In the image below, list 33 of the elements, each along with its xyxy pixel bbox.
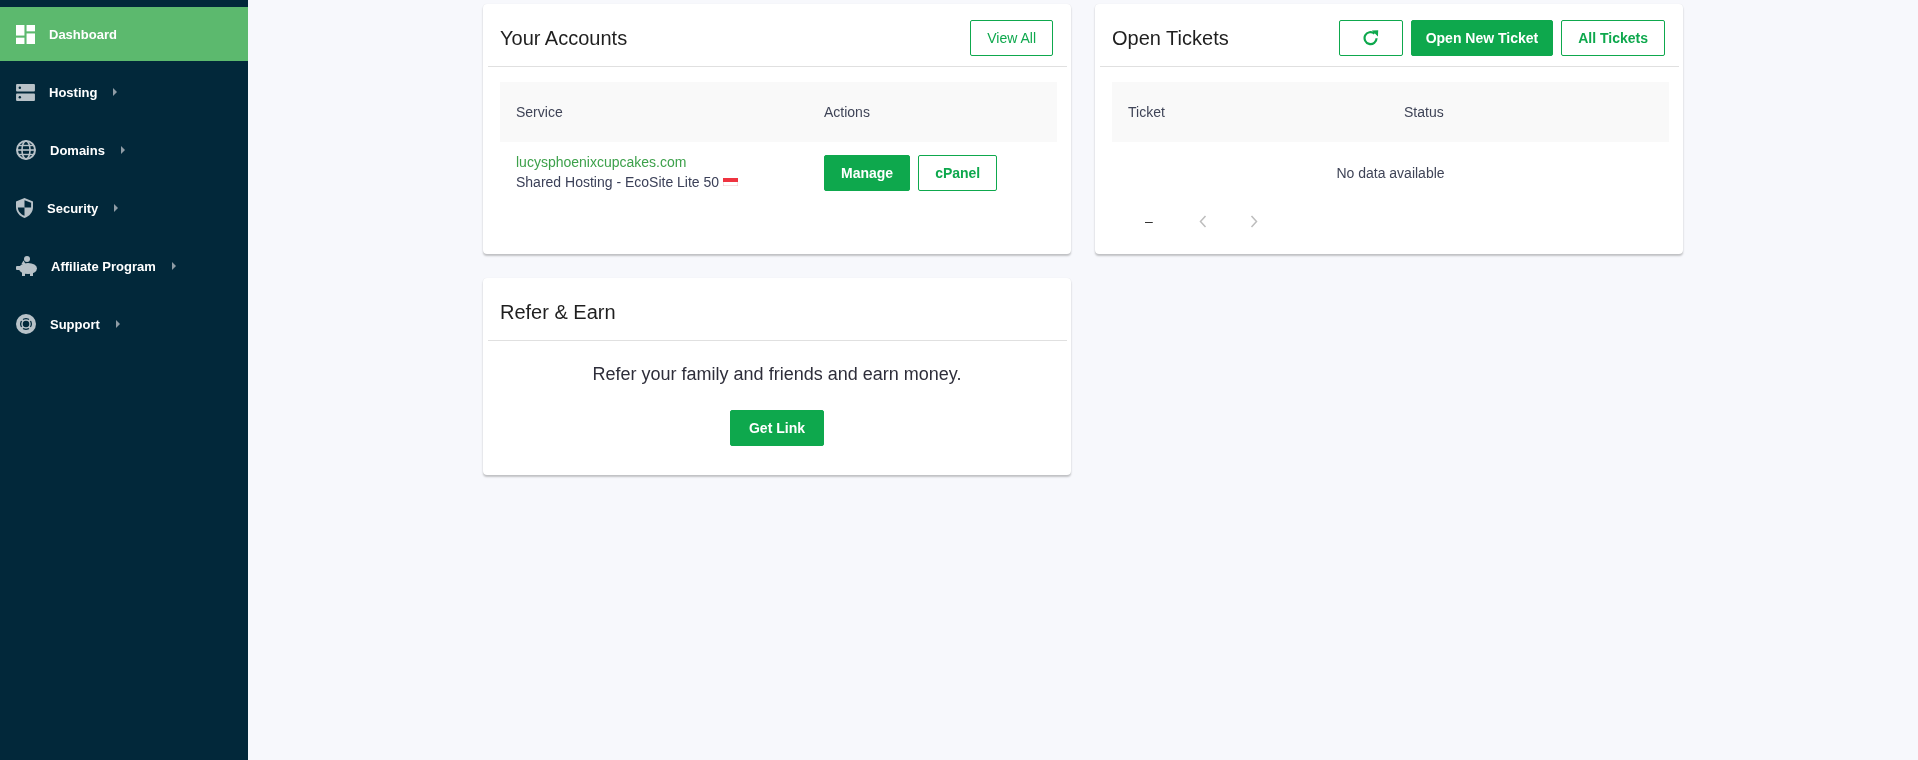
- plan-text: Shared Hosting - EcoSite Lite 50: [516, 173, 720, 192]
- sidebar-item[interactable]: Dashboard: [0, 7, 248, 61]
- column-header: Service: [516, 104, 564, 120]
- domain-link[interactable]: lucysphoenixcupcakes.com: [516, 152, 687, 172]
- refresh-icon: [1362, 30, 1379, 46]
- server-icon: [16, 83, 35, 101]
- sidebar-item[interactable]: Domains: [0, 123, 248, 177]
- sidebar-item[interactable]: Support: [0, 297, 248, 351]
- manage-button[interactable]: Manage: [824, 155, 911, 191]
- view-all-button[interactable]: View All: [970, 20, 1053, 56]
- empty-message: No data available: [1336, 165, 1445, 181]
- flag-icon: [723, 178, 739, 186]
- sidebar-item[interactable]: Affiliate Program: [0, 239, 248, 293]
- open-ticket-button[interactable]: Open New Ticket: [1410, 20, 1554, 56]
- grid-icon: [16, 24, 35, 44]
- column-header: Ticket: [1128, 104, 1166, 120]
- shield-icon: [16, 198, 33, 218]
- lifebuoy-icon: [16, 314, 36, 334]
- refer-message: Refer your family and friends and earn money.: [592, 363, 962, 385]
- column-header: Actions: [824, 104, 871, 120]
- all-tickets-button[interactable]: All Tickets: [1561, 20, 1665, 56]
- card-title: Open Tickets: [1112, 26, 1229, 51]
- piggy-bank-icon: [16, 256, 37, 276]
- page-range-text: –: [1145, 213, 1153, 229]
- globe-icon: [16, 140, 36, 160]
- get-link-button[interactable]: Get Link: [730, 410, 824, 446]
- column-header: Status: [1404, 104, 1445, 120]
- refresh-button[interactable]: [1338, 20, 1403, 56]
- sidebar-item[interactable]: Hosting: [0, 65, 248, 119]
- card-title: Refer & Earn: [500, 300, 616, 325]
- card-title: Your Accounts: [500, 26, 628, 51]
- sidebar-item[interactable]: Security: [0, 181, 248, 235]
- cpanel-button[interactable]: cPanel: [918, 155, 998, 191]
